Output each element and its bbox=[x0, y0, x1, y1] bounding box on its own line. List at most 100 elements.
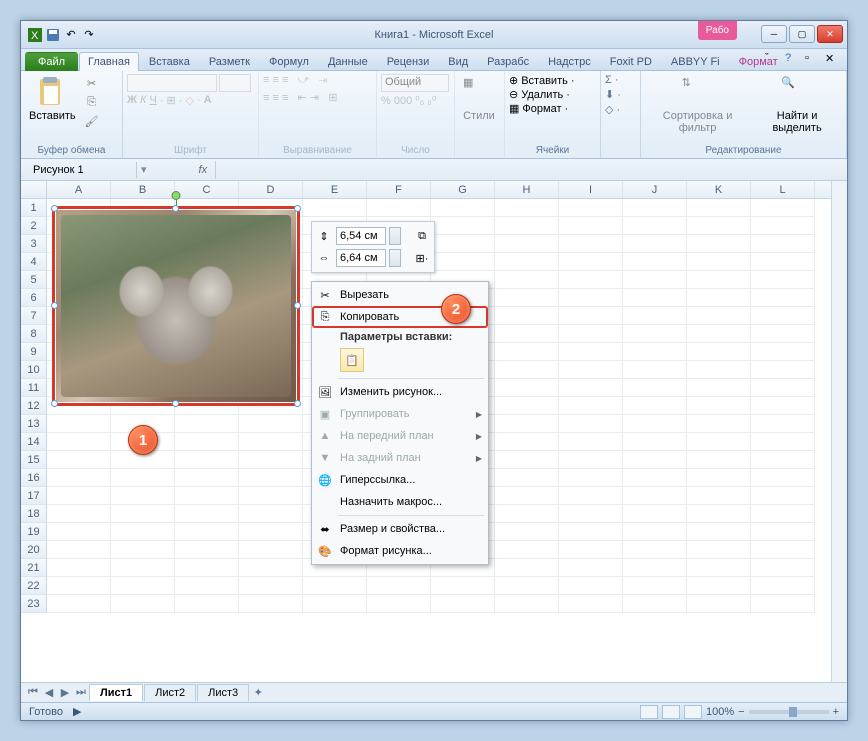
cell[interactable] bbox=[47, 487, 111, 505]
row-header[interactable]: 23 bbox=[21, 595, 47, 613]
copy-icon[interactable]: ⎘ bbox=[82, 93, 102, 111]
view-normal-icon[interactable] bbox=[640, 705, 658, 719]
cell[interactable] bbox=[367, 199, 431, 217]
row-header[interactable]: 7 bbox=[21, 307, 47, 325]
zoom-in-icon[interactable]: + bbox=[833, 706, 839, 718]
cell[interactable] bbox=[559, 577, 623, 595]
cell[interactable] bbox=[175, 505, 239, 523]
cell[interactable] bbox=[559, 361, 623, 379]
paste-button[interactable]: Вставить bbox=[25, 74, 80, 124]
cell[interactable] bbox=[239, 559, 303, 577]
cell[interactable] bbox=[559, 199, 623, 217]
resize-handle[interactable] bbox=[294, 302, 301, 309]
cell[interactable] bbox=[431, 199, 495, 217]
cell[interactable] bbox=[559, 433, 623, 451]
cell[interactable] bbox=[751, 433, 815, 451]
cell[interactable] bbox=[687, 451, 751, 469]
cell[interactable] bbox=[751, 451, 815, 469]
cell[interactable] bbox=[623, 253, 687, 271]
cell[interactable] bbox=[687, 289, 751, 307]
cell[interactable] bbox=[175, 469, 239, 487]
cell[interactable] bbox=[495, 289, 559, 307]
rotate-handle[interactable] bbox=[172, 191, 181, 200]
cell[interactable] bbox=[111, 541, 175, 559]
cell[interactable] bbox=[623, 361, 687, 379]
row-header[interactable]: 12 bbox=[21, 397, 47, 415]
cell[interactable] bbox=[495, 433, 559, 451]
row-header[interactable]: 21 bbox=[21, 559, 47, 577]
sheet-tab-1[interactable]: Лист1 bbox=[89, 684, 143, 701]
cell[interactable] bbox=[559, 271, 623, 289]
zoom-out-icon[interactable]: − bbox=[738, 706, 744, 718]
cell[interactable] bbox=[175, 523, 239, 541]
cell[interactable] bbox=[559, 541, 623, 559]
cell[interactable] bbox=[303, 199, 367, 217]
cell[interactable] bbox=[623, 415, 687, 433]
cell[interactable] bbox=[431, 253, 495, 271]
cell[interactable] bbox=[495, 487, 559, 505]
cell[interactable] bbox=[495, 577, 559, 595]
menu-assign-macro[interactable]: Назначить макрос... bbox=[312, 491, 488, 513]
zoom-slider[interactable] bbox=[749, 710, 829, 714]
cell[interactable] bbox=[623, 397, 687, 415]
row-header[interactable]: 13 bbox=[21, 415, 47, 433]
cell[interactable] bbox=[303, 595, 367, 613]
cell[interactable] bbox=[239, 451, 303, 469]
cell[interactable] bbox=[175, 433, 239, 451]
sheet-tab-2[interactable]: Лист2 bbox=[144, 684, 196, 701]
cell[interactable] bbox=[111, 577, 175, 595]
cell[interactable] bbox=[495, 361, 559, 379]
col-header[interactable]: K bbox=[687, 181, 751, 198]
cell[interactable] bbox=[239, 415, 303, 433]
fx-label[interactable]: fx bbox=[191, 164, 216, 176]
tab-addins[interactable]: Надстрс bbox=[539, 52, 600, 71]
close-button[interactable]: ✕ bbox=[817, 25, 843, 43]
cell[interactable] bbox=[687, 469, 751, 487]
cell[interactable] bbox=[495, 523, 559, 541]
cell[interactable] bbox=[751, 577, 815, 595]
cell[interactable] bbox=[623, 307, 687, 325]
col-header[interactable]: E bbox=[303, 181, 367, 198]
cell[interactable] bbox=[111, 469, 175, 487]
cell[interactable] bbox=[239, 505, 303, 523]
cell[interactable] bbox=[111, 595, 175, 613]
cell[interactable] bbox=[623, 379, 687, 397]
sort-filter-button[interactable]: ⇅Сортировка и фильтр bbox=[645, 74, 750, 136]
resize-handle[interactable] bbox=[51, 400, 58, 407]
cell[interactable] bbox=[559, 307, 623, 325]
width-input[interactable] bbox=[336, 249, 386, 267]
row-header[interactable]: 3 bbox=[21, 235, 47, 253]
cell[interactable] bbox=[111, 487, 175, 505]
view-pagebreak-icon[interactable] bbox=[684, 705, 702, 719]
cell[interactable] bbox=[559, 505, 623, 523]
tab-foxit[interactable]: Foxit PD bbox=[601, 52, 661, 71]
menu-size-props[interactable]: ⬌ Размер и свойства... bbox=[312, 518, 488, 540]
cell[interactable] bbox=[751, 505, 815, 523]
paste-option-button[interactable]: 📋 bbox=[340, 348, 364, 372]
cell[interactable] bbox=[687, 541, 751, 559]
cell[interactable] bbox=[687, 217, 751, 235]
save-icon[interactable] bbox=[45, 27, 61, 43]
macro-record-icon[interactable]: ▶ bbox=[73, 705, 81, 718]
cell[interactable] bbox=[239, 469, 303, 487]
menu-format-picture[interactable]: 🎨 Формат рисунка... bbox=[312, 540, 488, 562]
col-header[interactable]: I bbox=[559, 181, 623, 198]
cell[interactable] bbox=[623, 217, 687, 235]
cell[interactable] bbox=[687, 361, 751, 379]
col-header[interactable]: F bbox=[367, 181, 431, 198]
resize-handle[interactable] bbox=[172, 400, 179, 407]
sheet-nav-first[interactable]: ⏮ bbox=[25, 685, 41, 701]
cell[interactable] bbox=[559, 397, 623, 415]
cell[interactable] bbox=[239, 487, 303, 505]
cell[interactable] bbox=[751, 271, 815, 289]
fill-icon[interactable]: ⬇ · bbox=[605, 88, 621, 101]
col-header[interactable]: B bbox=[111, 181, 175, 198]
row-header[interactable]: 9 bbox=[21, 343, 47, 361]
cell[interactable] bbox=[495, 307, 559, 325]
menu-hyperlink[interactable]: 🌐 Гиперссылка... bbox=[312, 469, 488, 491]
resize-handle[interactable] bbox=[51, 302, 58, 309]
cell[interactable] bbox=[751, 361, 815, 379]
cell[interactable] bbox=[47, 559, 111, 577]
cell[interactable] bbox=[495, 199, 559, 217]
arrange-icon[interactable]: ⊞· bbox=[413, 249, 431, 267]
